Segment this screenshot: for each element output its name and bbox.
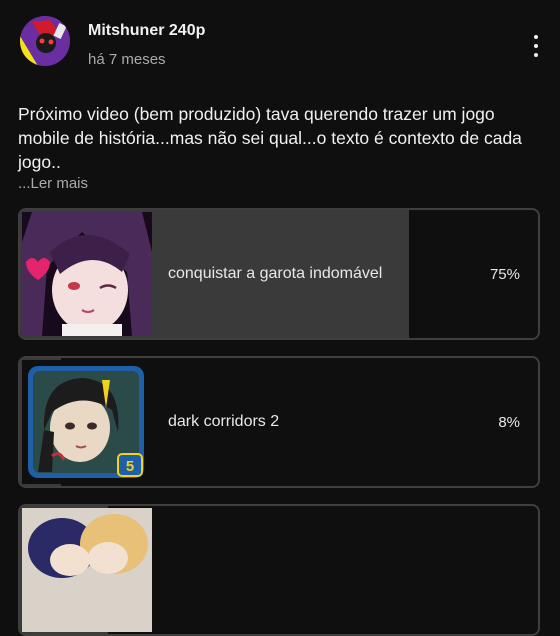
poll-option[interactable] <box>18 504 540 636</box>
avatar-image <box>20 16 70 66</box>
channel-avatar[interactable] <box>20 16 70 66</box>
poll-option-image <box>22 508 152 632</box>
poll-option[interactable]: 5 dark corridors 2 8% <box>18 356 540 488</box>
poll-option-label: conquistar a garota indomável <box>168 265 383 282</box>
post-header: Mitshuner 240p há 7 meses <box>0 0 560 90</box>
menu-dot <box>534 53 538 57</box>
channel-name[interactable]: Mitshuner 240p <box>88 22 205 40</box>
poll-option-image: 5 <box>22 360 152 484</box>
svg-text:5: 5 <box>126 458 134 475</box>
post-body-text: Próximo video (bem produzido) tava quere… <box>18 104 522 172</box>
post-time: há 7 meses <box>88 51 166 68</box>
poll-option-percent: 8% <box>498 413 520 431</box>
more-vert-icon[interactable] <box>524 30 548 62</box>
poll-option-label: dark corridors 2 <box>168 413 280 430</box>
read-more-link[interactable]: ...Ler mais <box>18 175 88 192</box>
poll-option-image <box>22 212 152 336</box>
menu-dot <box>534 35 538 39</box>
poll-option-percent: 75% <box>489 265 520 283</box>
menu-dot <box>534 44 538 48</box>
poll-option[interactable]: conquistar a garota indomável 75% <box>18 208 540 340</box>
